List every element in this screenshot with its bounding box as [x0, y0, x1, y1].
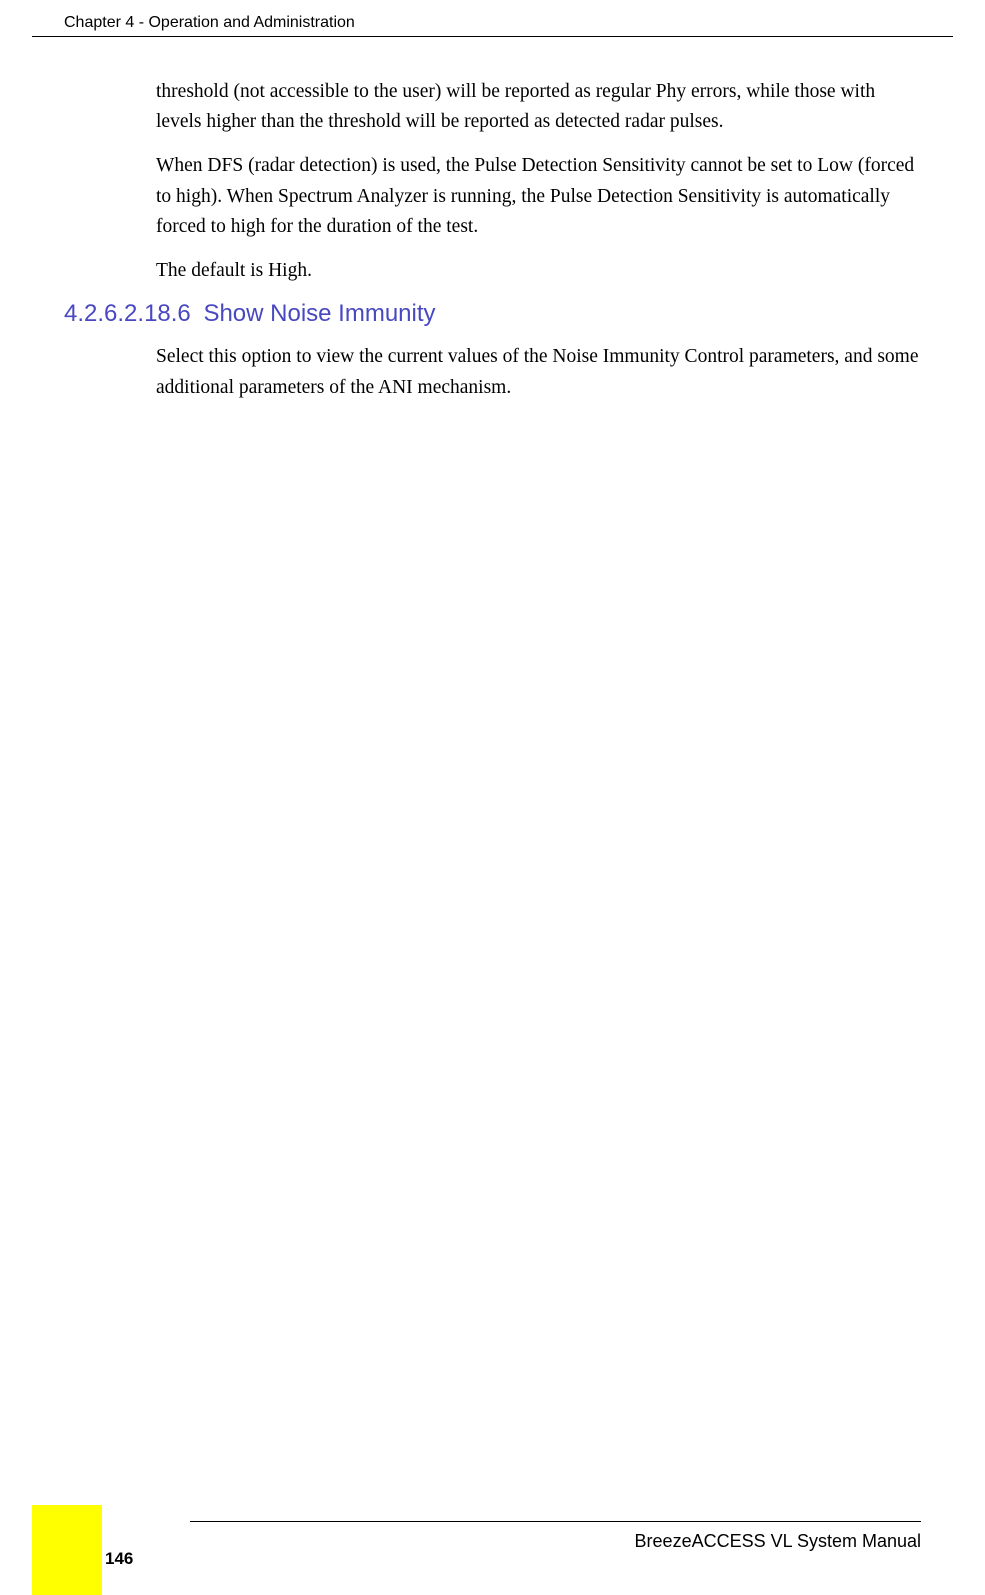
page-number: 146 [105, 1549, 133, 1569]
manual-name: BreezeACCESS VL System Manual [635, 1531, 921, 1552]
page-header: Chapter 4 - Operation and Administration [32, 0, 953, 37]
paragraph-2: When DFS (radar detection) is used, the … [156, 151, 921, 242]
section-number: 4.2.6.2.18.6 [64, 300, 191, 327]
paragraph-4: Select this option to view the current v… [156, 342, 921, 402]
page-footer: BreezeACCESS VL System Manual 146 [0, 1505, 985, 1595]
paragraph-3: The default is High. [156, 256, 921, 286]
page-content: threshold (not accessible to the user) w… [0, 37, 985, 403]
section-title: Show Noise Immunity [203, 300, 435, 327]
chapter-title: Chapter 4 - Operation and Administration [64, 14, 355, 31]
footer-divider [190, 1521, 921, 1522]
section-heading: 4.2.6.2.18.6 Show Noise Immunity [64, 300, 921, 328]
paragraph-1: threshold (not accessible to the user) w… [156, 77, 921, 137]
yellow-marker [32, 1505, 102, 1595]
